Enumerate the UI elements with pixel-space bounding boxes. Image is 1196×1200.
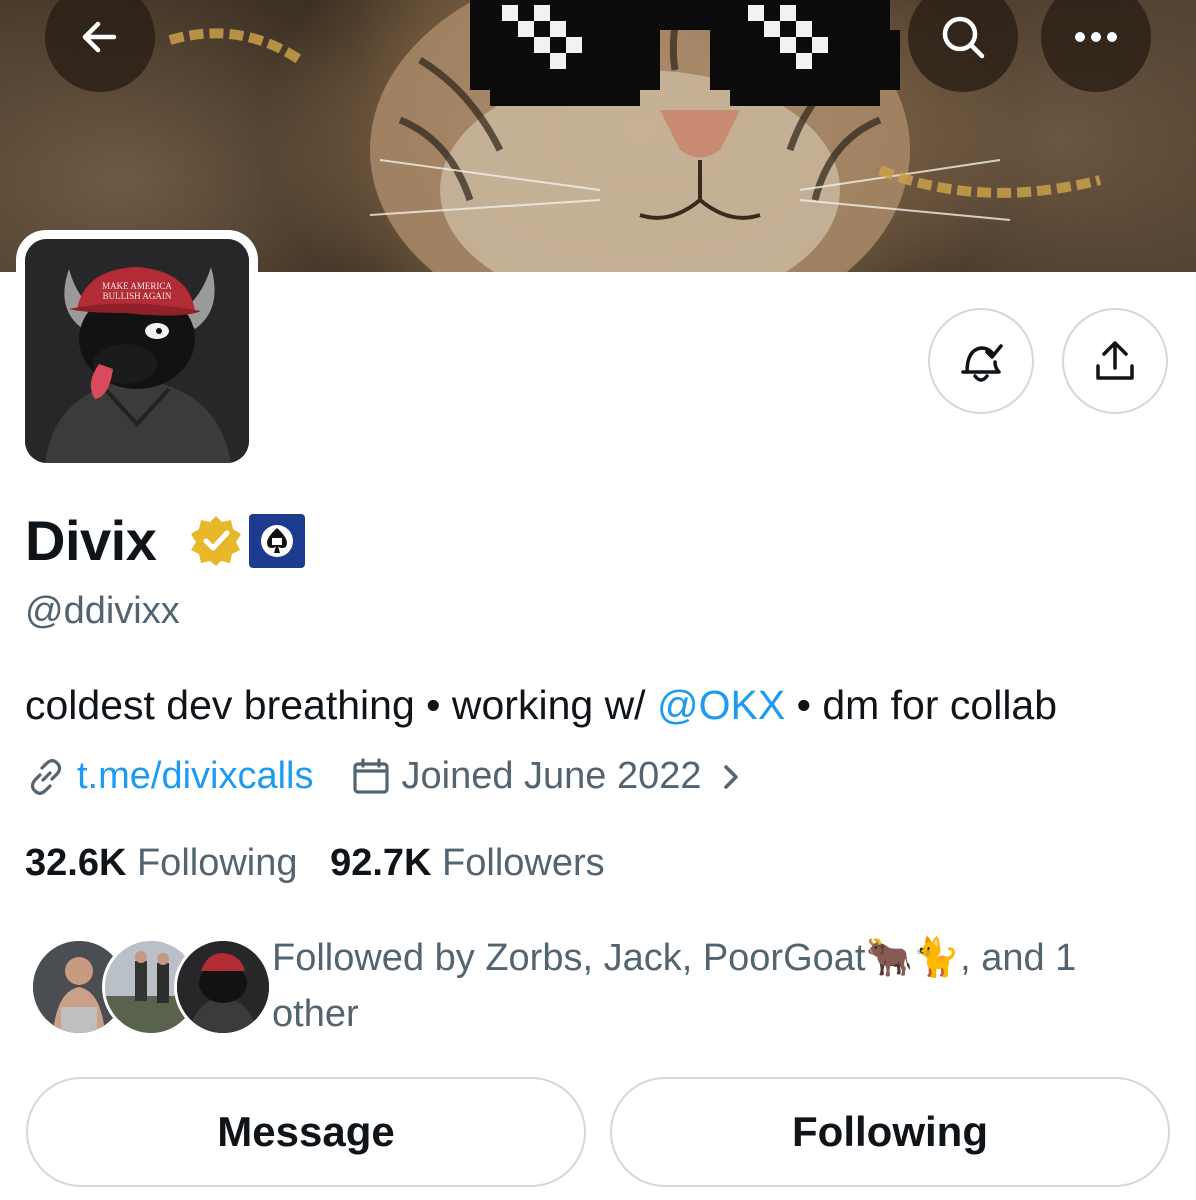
- avatar-hat-text-2: BULLISH AGAIN: [103, 291, 172, 301]
- profile-name: Divix: [25, 509, 157, 572]
- followers-label: Followers: [442, 842, 605, 884]
- profile-stats: 32.6K Following 92.7K Followers: [25, 842, 605, 885]
- avatar-bull-image: MAKE AMERICA BULLISH AGAIN: [25, 239, 249, 463]
- bio-text-end: • dm for collab: [785, 682, 1058, 728]
- mutual-avatar-3: [174, 938, 272, 1036]
- share-icon: [1096, 341, 1134, 380]
- followers-stat[interactable]: 92.7K Followers: [330, 842, 605, 884]
- message-button[interactable]: Message: [26, 1077, 586, 1187]
- following-stat[interactable]: 32.6K Following: [25, 842, 298, 884]
- link-icon: [30, 758, 62, 795]
- chevron-right-icon[interactable]: [716, 759, 746, 795]
- bell-check-icon: [961, 344, 1003, 382]
- bio-text: coldest dev breathing • working w/: [25, 682, 657, 728]
- verified-badge-icon[interactable]: [190, 514, 242, 571]
- profile-handle: @ddivixx: [25, 590, 180, 632]
- profile-meta: t.me/divixcalls Joined June 2022: [25, 755, 746, 798]
- profile-bio: coldest dev breathing • working w/ @OKX …: [25, 682, 1057, 729]
- bio-mention-link[interactable]: @OKX: [657, 682, 785, 728]
- affiliate-badge-icon[interactable]: [249, 514, 305, 568]
- joined-date[interactable]: Joined June 2022: [402, 755, 702, 798]
- avatar-hat-text-1: MAKE AMERICA: [102, 281, 172, 291]
- following-count: 32.6K: [25, 842, 127, 884]
- more-horizontal-icon: [1075, 32, 1117, 42]
- share-button[interactable]: [1062, 308, 1168, 414]
- following-button[interactable]: Following: [610, 1077, 1170, 1187]
- followed-by-text[interactable]: Followed by Zorbs, Jack, PoorGoat🐂🐈, and…: [272, 930, 1152, 1042]
- search-icon: [942, 16, 985, 59]
- arrow-left-icon: [82, 21, 117, 53]
- profile-website-link[interactable]: t.me/divixcalls: [77, 755, 314, 798]
- calendar-icon: [352, 757, 389, 794]
- mutual-followers-avatars[interactable]: [30, 938, 272, 1036]
- followers-count: 92.7K: [330, 842, 432, 884]
- notifications-button[interactable]: [928, 308, 1034, 414]
- following-label: Following: [136, 842, 298, 884]
- profile-avatar[interactable]: MAKE AMERICA BULLISH AGAIN: [16, 230, 258, 472]
